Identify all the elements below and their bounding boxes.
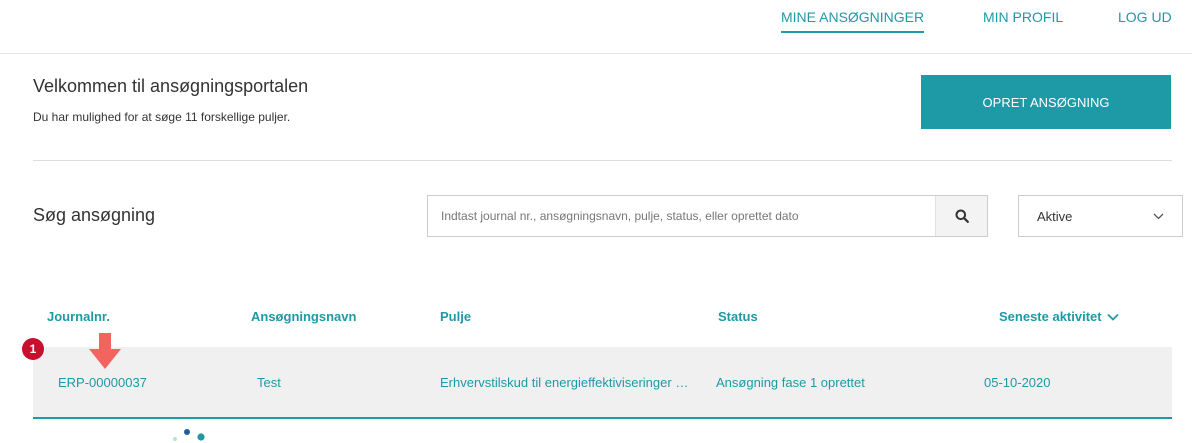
welcome-title: Velkommen til ansøgningsportalen <box>33 76 309 96</box>
column-header-pulje[interactable]: Pulje <box>440 309 471 324</box>
search-icon <box>955 209 969 223</box>
search-box <box>427 195 988 237</box>
create-application-button[interactable]: OPRET ANSØGNING <box>921 75 1171 129</box>
status-filter-value: Aktive <box>1037 208 1073 224</box>
column-header-journalnr[interactable]: Journalnr. <box>47 309 110 324</box>
column-header-ansogningsnavn[interactable]: Ansøgningsnavn <box>251 309 356 324</box>
sort-chevron-down-icon <box>1106 313 1119 321</box>
nav-min-profil[interactable]: MIN PROFIL <box>983 9 1063 25</box>
column-header-seneste-aktivitet[interactable]: Seneste aktivitet <box>999 309 1119 324</box>
section-divider <box>33 160 1172 161</box>
search-title: Søg ansøgning <box>33 205 156 225</box>
step-number-badge: 1 <box>22 338 44 360</box>
nav-mine-ansogninger[interactable]: MINE ANSØGNINGER <box>781 9 925 33</box>
table-row[interactable]: ERP-00000037 Test Erhvervstilskud til en… <box>33 347 1172 419</box>
chevron-down-icon <box>1153 213 1164 219</box>
cell-pulje: Erhvervstilskud til energieffektiviserin… <box>440 375 690 390</box>
search-input[interactable] <box>428 196 935 236</box>
column-header-status[interactable]: Status <box>718 309 758 324</box>
cell-ansogningsnavn: Test <box>257 375 281 390</box>
top-navigation: MINE ANSØGNINGER MIN PROFIL LOG UD <box>0 0 1192 54</box>
loading-spinner-icon <box>173 429 205 441</box>
cell-journalnr[interactable]: ERP-00000037 <box>58 375 147 390</box>
search-button[interactable] <box>935 196 987 236</box>
cell-seneste-aktivitet: 05-10-2020 <box>984 375 1051 390</box>
column-header-seneste-aktivitet-label: Seneste aktivitet <box>999 309 1102 324</box>
status-filter-select[interactable]: Aktive <box>1018 195 1183 237</box>
welcome-subtitle: Du har mulighed for at søge 11 forskelli… <box>33 110 291 124</box>
down-arrow-icon <box>89 333 121 369</box>
cell-status: Ansøgning fase 1 oprettet <box>716 375 865 390</box>
nav-log-ud[interactable]: LOG UD <box>1118 9 1172 25</box>
